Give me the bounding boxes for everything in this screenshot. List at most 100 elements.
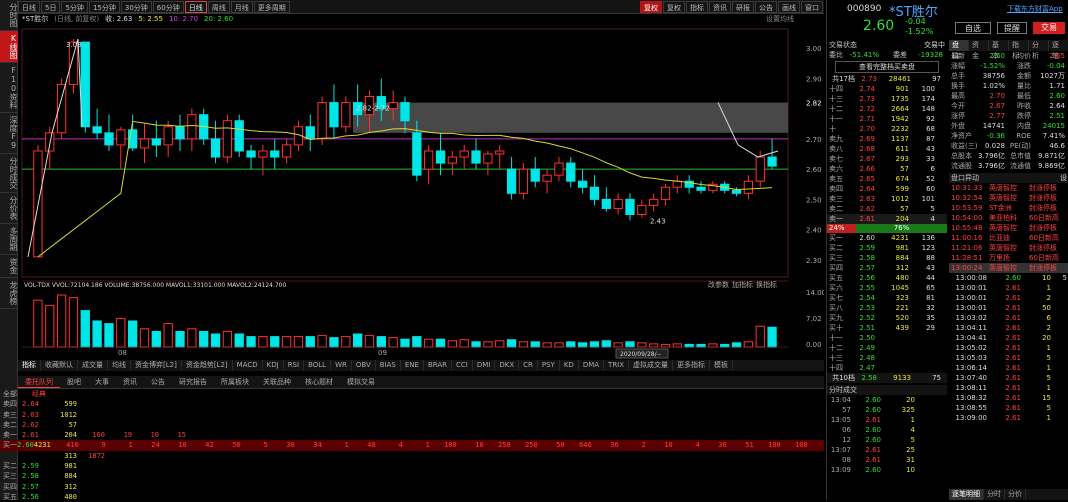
indicator-tab[interactable]: 均线 [108,360,131,371]
right-tab[interactable]: 指标 [1009,40,1029,60]
bottom-tab[interactable]: 核心题材 [298,376,340,388]
indicator-tab[interactable]: CR [519,360,538,371]
toolbar-button[interactable]: 复权 [640,0,662,13]
left-tab[interactable]: 分价表 [0,193,18,224]
move-row[interactable]: 11:28:51 万里扬 60日新高 [949,253,1068,263]
trade-button[interactable]: 交易 [1033,22,1065,34]
indicator-tab[interactable]: 资金趋势[L2] [182,360,233,371]
indicator-tab[interactable]: 资金博弈[L2] [131,360,182,371]
toolbar-button[interactable]: 研报 [732,0,754,13]
left-tab[interactable]: K线图 [0,31,18,63]
toolbar-button[interactable]: 日线 [18,0,40,13]
tick-tab[interactable]: 逐笔明细 [949,489,984,500]
bottom-tab[interactable]: 委托队列 [18,376,60,388]
indicator-tab[interactable]: 收藏默认 [41,360,78,371]
indicator-tab[interactable]: 更多指标 [673,360,711,371]
right-tab[interactable]: 分析 [1029,40,1049,60]
cell [1051,403,1067,413]
left-tab[interactable]: F10资料 [0,63,18,113]
toolbar-button[interactable]: 复权 [663,0,685,13]
add-watchlist-button[interactable]: 自选 [955,22,991,34]
indicator-tab[interactable]: BOLL [304,360,332,371]
move-row[interactable]: 10:32:54 英唐智控 封涨停板 [949,193,1068,203]
left-tab[interactable]: 分时成交 [0,154,18,193]
indicator-tab[interactable]: 模板 [710,360,734,371]
indicator-tab[interactable]: DKX [495,360,520,371]
toolbar-button[interactable]: 公告 [755,0,777,13]
cell: 十一 [829,115,843,123]
toolbar-button[interactable]: 月线 [230,0,253,13]
indicator-tab[interactable]: 虚拟成交量 [629,360,674,371]
toolbar-button[interactable]: 更多周期 [253,0,290,13]
bottom-tab[interactable]: 资讯 [116,376,144,388]
tick-tab[interactable]: 分时 [984,489,1005,500]
bottom-tab[interactable]: 所属板块 [214,376,256,388]
indicator-tab[interactable]: OBV [352,360,376,371]
queue-classic-tab[interactable]: 经典 [22,389,46,399]
tick-tab[interactable]: 分价 [1005,489,1026,500]
indicator-tab[interactable]: DMI [473,360,496,371]
full-book-button[interactable]: 查看完整档买卖盘 [835,61,939,73]
left-tab[interactable]: 龙虎榜 [0,278,18,309]
bottom-tab[interactable]: 大事 [88,376,116,388]
move-row[interactable]: 13:00:24 英唐智控 封涨停板 [949,263,1068,273]
toolbar-button[interactable]: 日线 [184,0,207,13]
bottom-tab[interactable]: 模拟交易 [340,376,382,388]
indicator-tab[interactable]: TRIX [604,360,630,371]
toolbar-button[interactable]: 画线 [778,0,800,13]
toolbar-button[interactable]: 窗口 [801,0,823,13]
indicator-tab[interactable]: MACD [233,360,263,371]
toolbar-button[interactable]: 15分钟 [88,0,120,13]
indicator-tab[interactable]: CCI [452,360,473,371]
indicator-tab[interactable]: 指标 [18,360,41,371]
bottom-tab[interactable]: 股吧 [60,376,88,388]
move-row[interactable]: 11:00:16 比亚迪 60日新高 [949,233,1068,243]
candle-body [270,150,280,158]
right-tab[interactable]: 资金 [969,40,989,60]
right-tab[interactable]: 逐笔 [1049,40,1068,60]
left-tab[interactable]: 分时图 [0,0,18,31]
bid-row: 买二 2.59 981 123 [827,243,947,253]
vol-action[interactable]: 换指标 [756,280,777,289]
move-row[interactable]: 10:55:48 英唐智控 封涨停板 [949,223,1068,233]
ma-settings-link[interactable]: 设置均线 [766,14,794,25]
alert-button[interactable]: 提醒 [997,22,1027,34]
move-row[interactable]: 10:53:59 ST金洲 封涨停板 [949,203,1068,213]
indicator-tab[interactable]: BIAS [376,360,401,371]
indicator-tab[interactable]: ENE [401,360,424,371]
right-tab[interactable]: 基本 [989,40,1009,60]
left-tab[interactable]: 资金 [0,255,18,278]
indicator-tab[interactable]: KD [560,360,579,371]
kline-chart[interactable]: 3.00 2.90 2.82 2.70 2.60 2.50 2.40 2.30 3.03 2.82… [18,25,824,370]
cell: PE(动) [1009,142,1031,150]
right-tab[interactable]: 盘口 [949,40,969,60]
vol-action[interactable]: 加指标 [732,280,753,289]
indicator-tab[interactable]: WR [331,360,352,371]
toolbar-button[interactable]: 指标 [686,0,708,13]
volume-bar [364,335,375,348]
bottom-tab[interactable]: 关联品种 [256,376,298,388]
queue-all-tab[interactable]: 全部 [0,389,22,399]
toolbar-button[interactable]: 5日 [41,0,61,13]
toolbar-button[interactable]: 周线 [207,0,230,13]
indicator-tab[interactable]: RSI [284,360,305,371]
indicator-tab[interactable]: 成交量 [78,360,108,371]
moves-settings-button[interactable]: 设 [1049,173,1067,183]
indicator-tab[interactable]: DMA [579,360,605,371]
left-tab[interactable]: 深度F9 [0,113,18,154]
bottom-tab[interactable]: 研究报告 [172,376,214,388]
move-row[interactable]: 10:31:33 英唐智控 封涨停板 [949,183,1068,193]
toolbar-button[interactable]: 5分钟 [61,0,88,13]
vol-action[interactable]: 改参数 [708,280,729,289]
indicator-tab[interactable]: KDJ [263,360,284,371]
indicator-tab[interactable]: BRAR [424,360,452,371]
toolbar-button[interactable]: 30分钟 [120,0,152,13]
bottom-tab[interactable]: 公告 [144,376,172,388]
move-row[interactable]: 10:54:00 美亚柏科 60日新高 [949,213,1068,223]
app-download-link[interactable]: 下载东方财富App [1007,4,1063,14]
left-tab[interactable]: 多周期 [0,224,18,255]
move-row[interactable]: 11:21:06 英唐智控 封涨停板 [949,243,1068,253]
toolbar-button[interactable]: 60分钟 [152,0,184,13]
toolbar-button[interactable]: 资讯 [709,0,731,13]
indicator-tab[interactable]: PSY [538,360,560,371]
